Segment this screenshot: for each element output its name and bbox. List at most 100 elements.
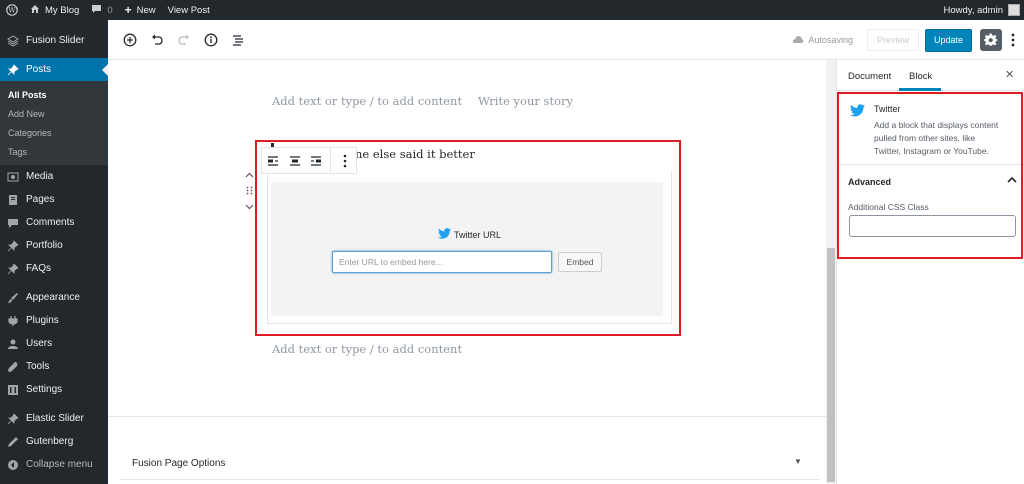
- highlight-box-block: [255, 140, 681, 336]
- add-block-button[interactable]: [118, 28, 142, 52]
- sidebar-item-portfolio[interactable]: Portfolio: [0, 234, 108, 257]
- pen-icon: [7, 436, 19, 448]
- view-post-link[interactable]: View Post: [162, 0, 216, 20]
- user-icon: [7, 338, 19, 350]
- content-divider: [108, 416, 826, 417]
- undo-button[interactable]: [145, 28, 169, 52]
- sidebar-item-label: Media: [26, 171, 54, 182]
- submenu-add-new[interactable]: Add New: [0, 104, 108, 123]
- active-tab-indicator: [899, 88, 941, 91]
- wrench-icon: [7, 361, 19, 373]
- submenu-categories[interactable]: Categories: [0, 123, 108, 142]
- svg-text:W: W: [8, 7, 16, 15]
- fusion-page-options-title[interactable]: Fusion Page Options: [132, 458, 225, 469]
- sidebar-item-label: Appearance: [26, 292, 80, 303]
- sidebar-item-fusion-slider[interactable]: Fusion Slider: [0, 29, 108, 52]
- kebab-icon: [1011, 33, 1015, 47]
- redo-button[interactable]: [172, 28, 196, 52]
- my-account[interactable]: Howdy, admin: [944, 0, 1024, 20]
- sidebar-item-label: Plugins: [26, 315, 59, 326]
- sidebar-item-comments[interactable]: Comments: [0, 211, 108, 234]
- comments-link[interactable]: 0: [85, 0, 118, 20]
- sidebar-item-label: Portfolio: [26, 240, 63, 251]
- sidebar-item-label: Users: [26, 338, 53, 349]
- posts-submenu: All Posts Add New Categories Tags: [0, 81, 108, 165]
- chevron-down-icon: [245, 204, 253, 210]
- preview-button[interactable]: Preview: [866, 29, 919, 51]
- sidebar-item-label: Gutenberg: [26, 436, 74, 447]
- autosaving-status: Autosaving: [792, 35, 853, 46]
- autosaving-label: Autosaving: [808, 35, 853, 45]
- home-icon: [30, 4, 40, 17]
- info-icon: [204, 33, 218, 46]
- sidebar-item-label: Fusion Slider: [26, 35, 85, 46]
- scrollbar-thumb[interactable]: [827, 248, 835, 482]
- tab-document[interactable]: Document: [848, 71, 891, 82]
- settings-icon: [7, 384, 19, 396]
- write-story-placeholder[interactable]: Write your story: [478, 94, 573, 108]
- highlight-box-settings: [837, 92, 1023, 259]
- admin-sidebar: Fusion Slider Posts All Posts Add New Ca…: [0, 20, 108, 484]
- sidebar-item-plugins[interactable]: Plugins: [0, 309, 108, 332]
- new-content-link[interactable]: + New: [119, 0, 162, 20]
- howdy-label: Howdy, admin: [943, 4, 1004, 16]
- editor-toolbar: Autosaving Preview Update: [108, 20, 1024, 60]
- sidebar-item-tools[interactable]: Tools: [0, 355, 108, 378]
- fusion-panel-divider: [120, 479, 820, 480]
- paragraph-placeholder-top[interactable]: Add text or type / to add content: [272, 94, 462, 108]
- plus-icon: +: [124, 3, 132, 17]
- comment-bubble-icon: [91, 4, 102, 17]
- undo-icon: [152, 34, 163, 45]
- list-icon: [233, 34, 243, 46]
- sidebar-item-label: Elastic Slider: [26, 413, 84, 424]
- sidebar-item-settings[interactable]: Settings: [0, 378, 108, 401]
- more-menu-button[interactable]: [1008, 29, 1018, 51]
- new-label: New: [136, 4, 156, 16]
- collapse-menu-button[interactable]: Collapse menu: [0, 453, 108, 476]
- paragraph-placeholder-bottom[interactable]: Add text or type / to add content: [272, 342, 462, 356]
- media-icon: [7, 171, 19, 183]
- plus-circle-icon: [123, 33, 137, 46]
- sidebar-item-elastic-slider[interactable]: Elastic Slider: [0, 407, 108, 430]
- sidebar-item-faqs[interactable]: FAQs: [0, 257, 108, 280]
- sidebar-item-label: Posts: [26, 64, 52, 75]
- site-name-label: My Blog: [45, 4, 80, 16]
- drag-dots-icon: [246, 186, 252, 194]
- pages-icon: [7, 194, 19, 206]
- sidebar-item-pages[interactable]: Pages: [0, 188, 108, 211]
- chevron-up-icon: [245, 172, 253, 178]
- sidebar-item-gutenberg[interactable]: Gutenberg: [0, 430, 108, 453]
- sidebar-item-posts[interactable]: Posts: [0, 58, 108, 81]
- settings-toggle-button[interactable]: [980, 29, 1002, 51]
- fusion-icon: [7, 34, 19, 47]
- pin-icon: [7, 412, 19, 425]
- move-down-button[interactable]: [244, 202, 254, 212]
- sidebar-item-users[interactable]: Users: [0, 332, 108, 355]
- sidebar-item-label: Collapse menu: [26, 459, 93, 470]
- move-up-button[interactable]: [244, 170, 254, 180]
- submenu-tags[interactable]: Tags: [0, 142, 108, 161]
- view-post-label: View Post: [167, 4, 210, 16]
- sidebar-item-label: Settings: [26, 384, 63, 395]
- close-icon[interactable]: ✕: [1005, 68, 1014, 81]
- pin-icon: [7, 63, 19, 76]
- sidebar-item-media[interactable]: Media: [0, 165, 108, 188]
- admin-bar: W My Blog 0 + New View Post Howdy, admin: [0, 0, 1024, 20]
- submenu-all-posts[interactable]: All Posts: [0, 85, 108, 104]
- plug-icon: [7, 315, 19, 327]
- site-name-link[interactable]: My Blog: [24, 0, 85, 20]
- block-navigation-button[interactable]: [226, 28, 250, 52]
- redo-icon: [178, 34, 189, 45]
- comments-count: 0: [107, 4, 113, 16]
- update-button[interactable]: Update: [924, 28, 972, 52]
- drag-handle[interactable]: [244, 185, 254, 195]
- tab-block[interactable]: Block: [909, 71, 932, 82]
- avatar: [1008, 4, 1020, 16]
- sidebar-item-appearance[interactable]: Appearance: [0, 286, 108, 309]
- content-info-button[interactable]: [199, 28, 223, 52]
- wordpress-logo-icon[interactable]: W: [0, 0, 24, 20]
- caret-down-icon[interactable]: ▼: [794, 457, 802, 466]
- collapse-icon: [7, 459, 19, 471]
- sidebar-item-label: Tools: [26, 361, 50, 372]
- comments-icon: [7, 217, 19, 229]
